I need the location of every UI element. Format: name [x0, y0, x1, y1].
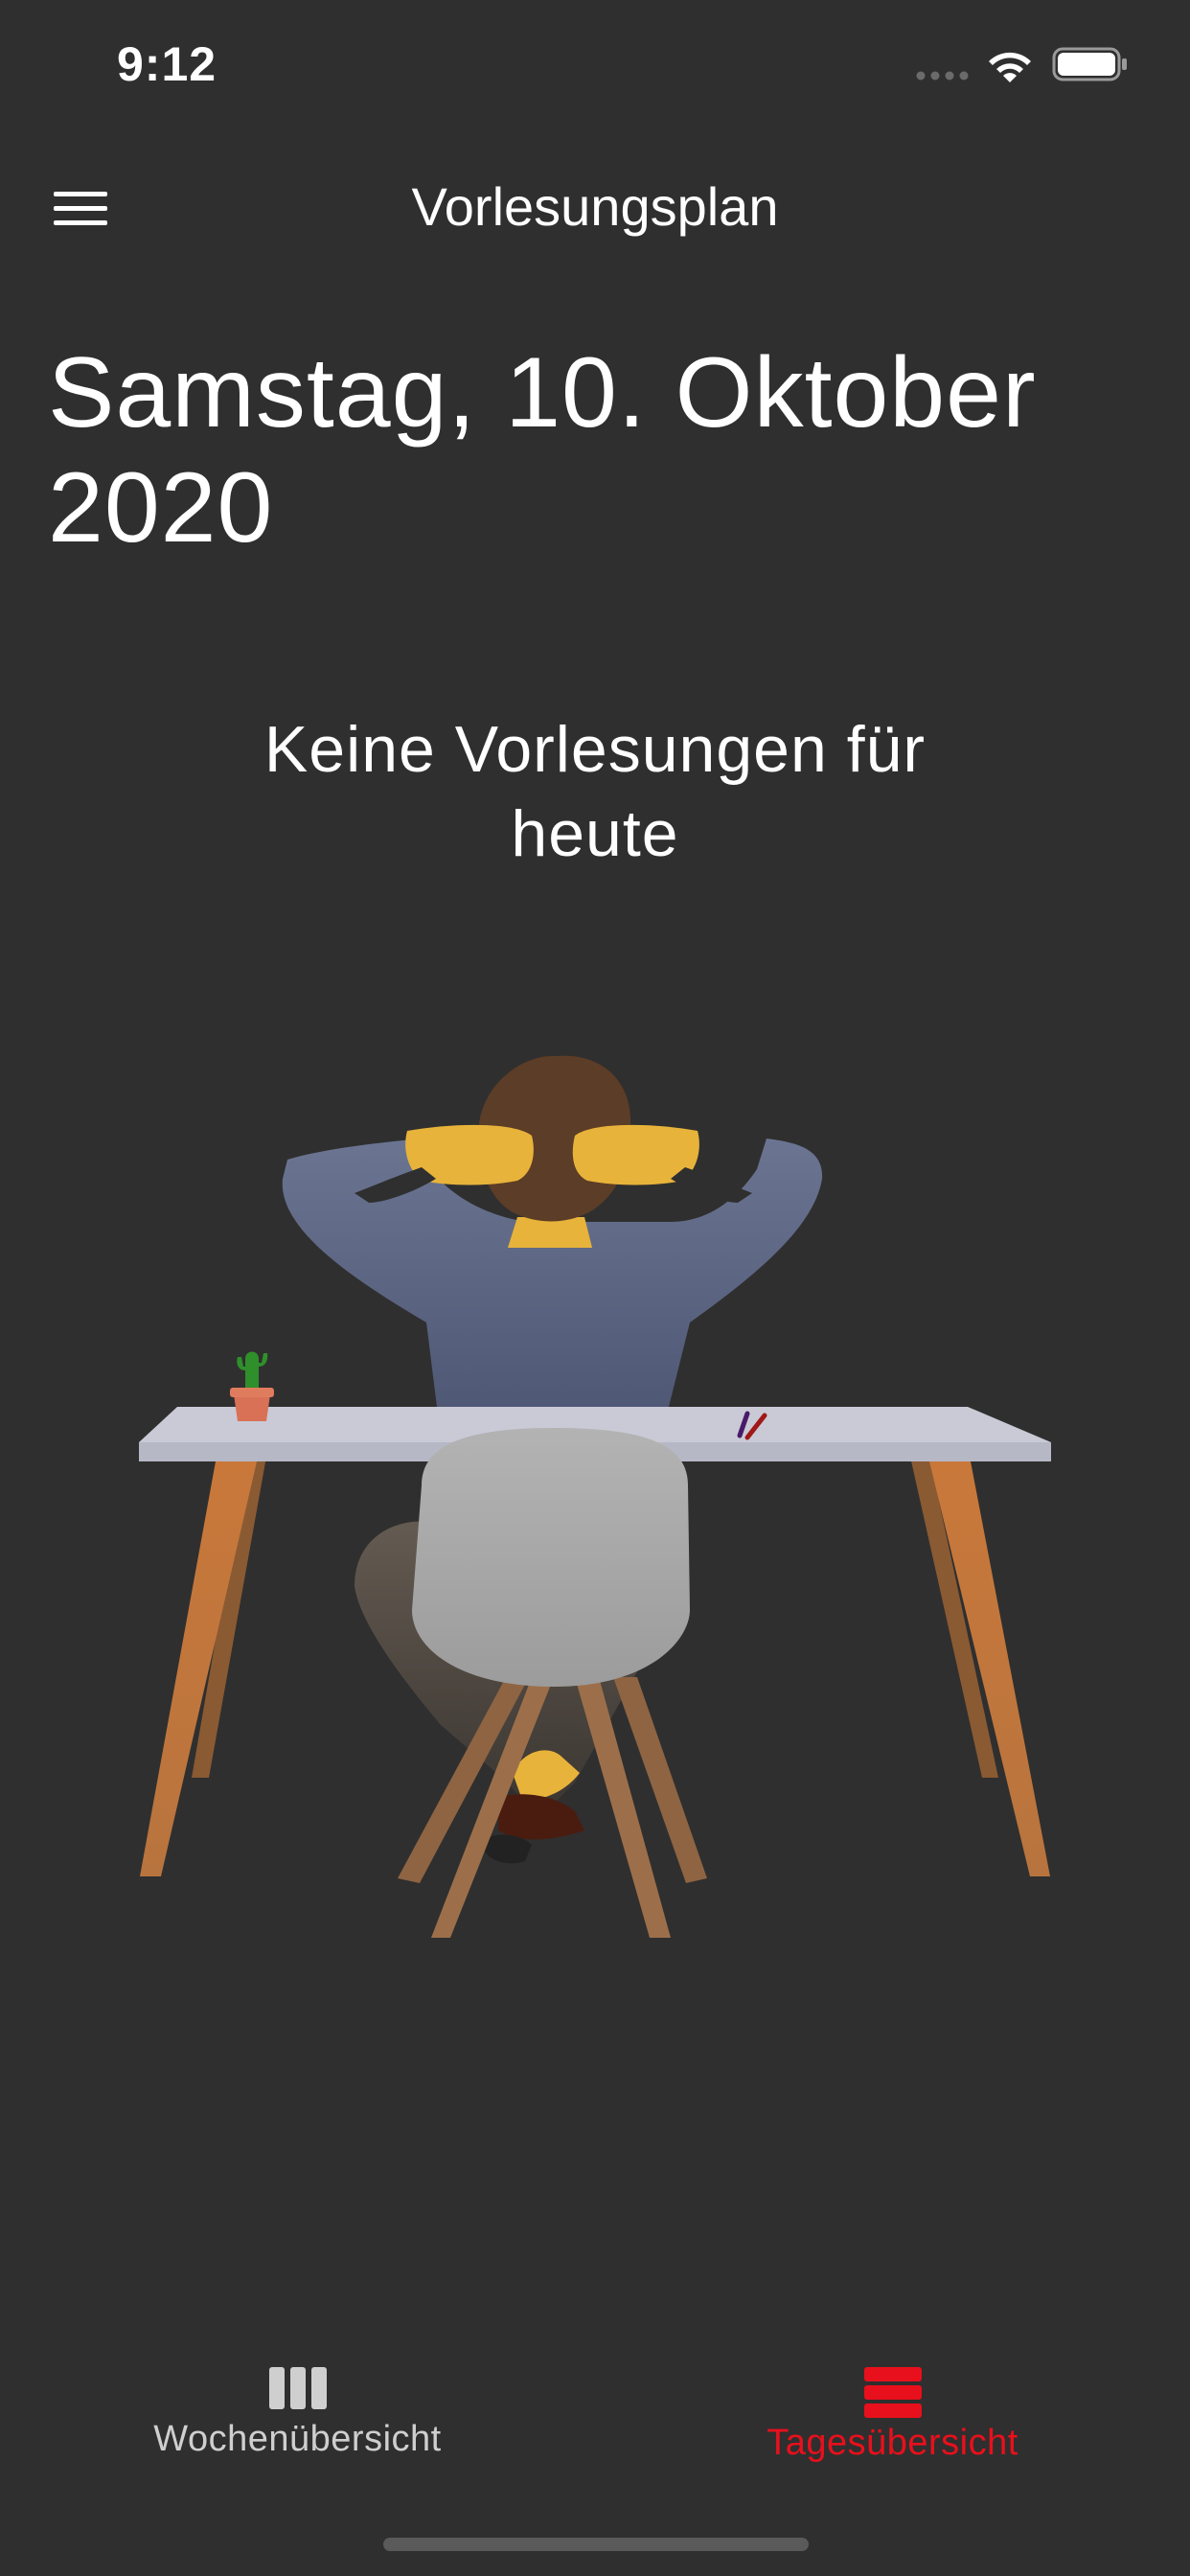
tab-week-overview[interactable]: Wochenübersicht: [0, 2338, 595, 2472]
empty-state-message: Keine Vorlesungen für heute: [263, 713, 927, 870]
date-heading: Samstag, 10. Oktober 2020: [48, 337, 1037, 564]
person-relaxing-at-desk-illustration: [139, 1055, 1051, 1938]
tab-day-overview[interactable]: Tagesübersicht: [595, 2338, 1190, 2472]
wifi-icon: [989, 52, 1031, 82]
home-indicator[interactable]: [383, 2538, 809, 2551]
tab-label-day: Tagesübersicht: [767, 2423, 1018, 2463]
signal-icon: [916, 71, 969, 80]
status-time: 9:12: [117, 37, 217, 91]
status-bar: 9:12: [0, 0, 1190, 134]
tab-bar: Wochenübersicht Tagesübersicht: [0, 2338, 1190, 2472]
battery-icon: [1052, 47, 1127, 81]
page-title: Vorlesungsplan: [411, 176, 779, 237]
tab-label-week: Wochenübersicht: [153, 2419, 442, 2459]
week-columns-icon: [268, 2367, 327, 2409]
day-rows-icon: [863, 2367, 922, 2418]
